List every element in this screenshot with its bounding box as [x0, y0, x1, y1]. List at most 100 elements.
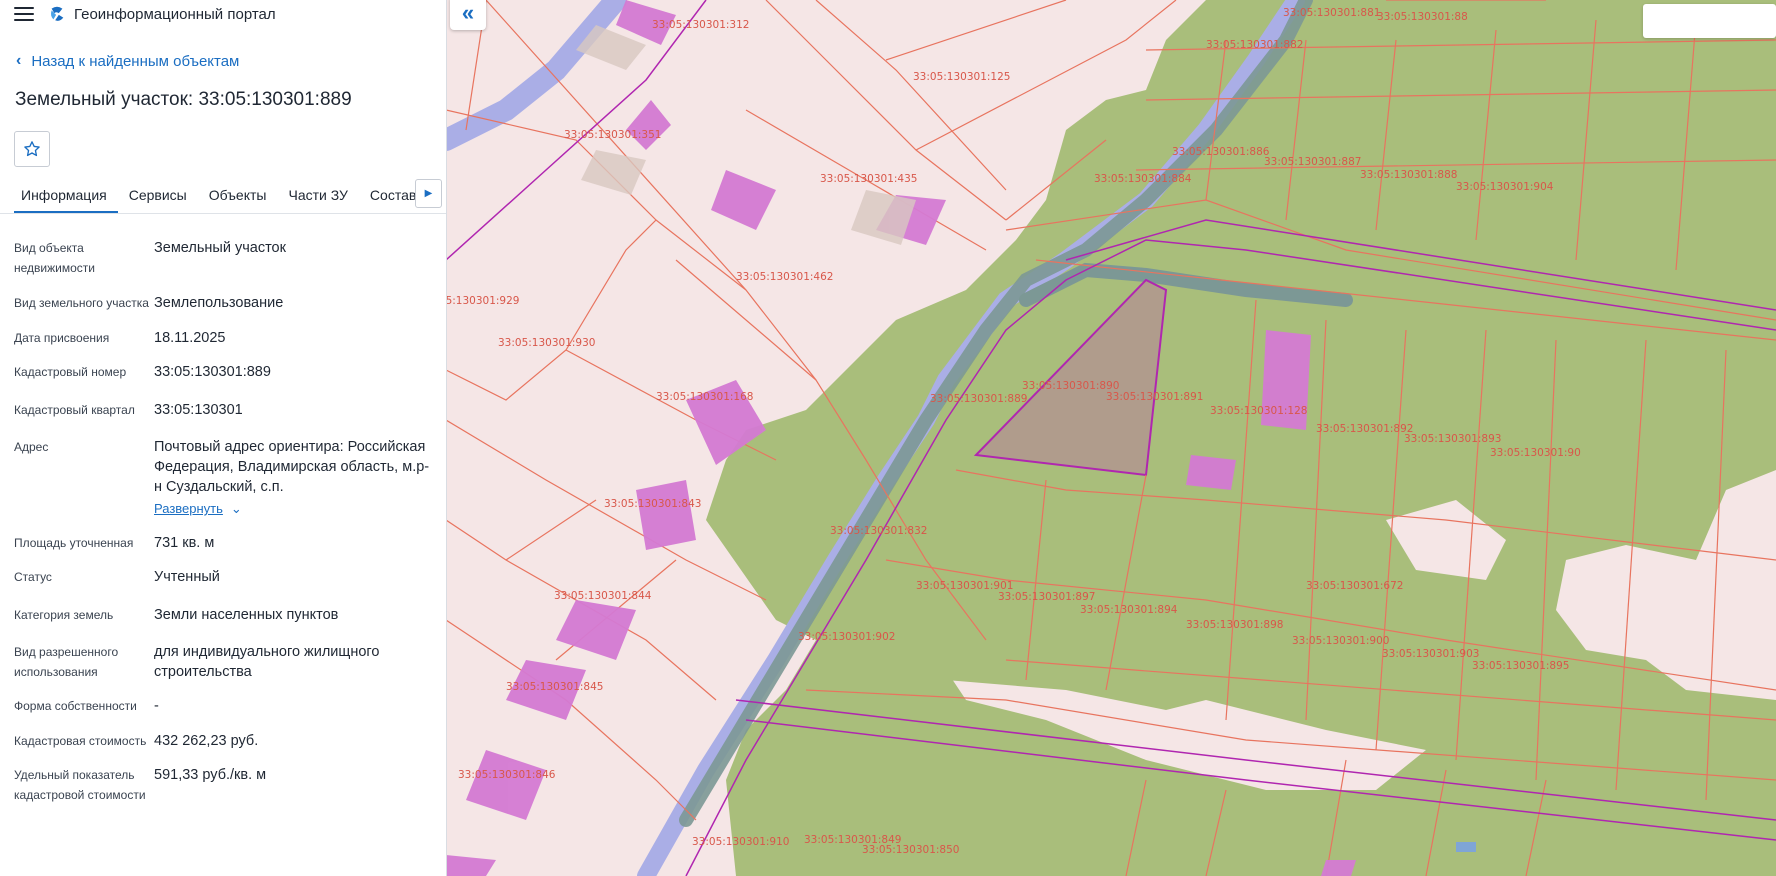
- parcel-label: 33:05:130301:895: [1472, 660, 1569, 672]
- cadastral-map[interactable]: 33:05:130301:312 33:05:130301:125 33:05:13…: [446, 0, 1776, 876]
- parcel-label: 33:05:130301:890: [1022, 380, 1119, 392]
- parcel-label: 33:05:130301:462: [736, 271, 833, 283]
- logo[interactable]: Геоинформационный портал: [48, 5, 276, 23]
- row-value: для индивидуального жилищного строительс…: [154, 644, 380, 680]
- info-row: Кадастровый номер 33:05:130301:889: [14, 362, 432, 382]
- info-panel: Геоинформационный портал ‹ Назад к найде…: [0, 0, 447, 876]
- row-value: Землепользование: [154, 295, 284, 311]
- row-label: Вид разрешенного использования: [14, 645, 119, 679]
- row-label: Кадастровый квартал: [14, 403, 135, 417]
- parcel-label: 33:05:130301:887: [1264, 156, 1361, 168]
- star-icon: [24, 141, 40, 157]
- parcel-label: 33:05:130301:90: [1490, 447, 1581, 459]
- info-row: Вид земельного участка Землепользование: [14, 293, 432, 313]
- parcel-label: 33:05:130301:832: [830, 525, 927, 537]
- parcel-label: 33:05:130301:846: [458, 769, 556, 781]
- row-label: Площадь уточненная: [14, 536, 134, 550]
- parcel-label: 33:05:130301:886: [1172, 146, 1270, 158]
- row-label: Кадастровая стоимость: [14, 734, 147, 748]
- info-row: Дата присвоения 18.11.2025: [14, 328, 432, 348]
- parcel-label: 33:05:130301:351: [564, 129, 661, 141]
- menu-icon[interactable]: [14, 7, 34, 21]
- tabs-next-button[interactable]: ▶: [415, 179, 442, 208]
- parcel-label: 33:05:130301:888: [1360, 169, 1457, 181]
- row-label: Категория земель: [14, 608, 114, 622]
- expand-label: Развернуть: [154, 501, 223, 516]
- collapse-panel-button[interactable]: «: [450, 0, 486, 30]
- row-value: 33:05:130301: [154, 402, 243, 418]
- chevron-right-icon: ▶: [424, 188, 433, 199]
- row-label: Кадастровый номер: [14, 365, 127, 379]
- parcel-label: 33:05:130301:128: [1210, 405, 1307, 417]
- parcel-label: 33:05:130301:892: [1316, 423, 1413, 435]
- tab-information[interactable]: Информация: [14, 183, 118, 213]
- row-label: Дата присвоения: [14, 331, 110, 345]
- tab-bar: Информация Сервисы Объекты Части ЗУ Сост…: [0, 179, 446, 214]
- row-value: Земли населенных пунктов: [154, 607, 339, 623]
- parcel-label: 33:05:130301:897: [998, 591, 1095, 603]
- parcel-label: 33:05:130301:168: [656, 391, 753, 403]
- row-value: 18.11.2025: [154, 330, 226, 346]
- double-chevron-left-icon: «: [461, 0, 475, 25]
- tab-services[interactable]: Сервисы: [118, 183, 198, 211]
- row-label: Форма собственности: [14, 699, 137, 713]
- parcel-label: 33:05:130301:930: [498, 337, 595, 349]
- tab-objects[interactable]: Объекты: [198, 183, 278, 211]
- address-block: Почтовый адрес ориентира: Российская Фед…: [154, 437, 432, 519]
- parcel-label: 33:05:130301:910: [692, 836, 789, 848]
- parcel-label: 33:05:130301:900: [1292, 635, 1389, 647]
- map-search-box[interactable]: [1643, 4, 1776, 38]
- parcel-label: 33:05:130301:898: [1186, 619, 1283, 631]
- info-row: Адрес Почтовый адрес ориентира: Российск…: [14, 437, 432, 519]
- info-row: Вид разрешенного использования для индив…: [14, 642, 432, 682]
- chevron-down-icon: ⌄: [230, 501, 242, 516]
- row-label: Статус: [14, 570, 52, 584]
- back-link[interactable]: ‹ Назад к найденным объектам: [0, 52, 446, 70]
- favorite-button[interactable]: [14, 131, 50, 167]
- row-label: Вид земельного участка: [14, 296, 149, 310]
- parcel-label: 33:05:130301:88: [1377, 11, 1468, 23]
- info-row: Вид объекта недвижимости Земельный участ…: [14, 238, 432, 278]
- tab-parts[interactable]: Части ЗУ: [277, 183, 358, 211]
- expand-link[interactable]: Развернуть ⌄: [154, 499, 242, 519]
- info-rows: Вид объекта недвижимости Земельный участ…: [0, 238, 446, 805]
- parcel-label: 33:05:130301:850: [862, 844, 959, 856]
- row-label: Вид объекта недвижимости: [14, 241, 95, 275]
- parcel-label: 33:05:130301:903: [1382, 648, 1479, 660]
- parcel-label: 33:05:130301:902: [798, 631, 895, 643]
- parcel-label: 33:05:130301:889: [930, 393, 1027, 405]
- back-link-label: Назад к найденным объектам: [31, 52, 240, 70]
- object-title: Земельный участок: 33:05:130301:889: [15, 89, 352, 110]
- highlight-box: [1456, 842, 1476, 852]
- parcel-label: 33:05:130301:672: [1306, 580, 1403, 592]
- row-value: 591,33 руб./кв. м: [154, 767, 267, 783]
- parcel-label: 33:05:130301:312: [652, 19, 749, 31]
- row-value: 731 кв. м: [154, 535, 215, 551]
- row-label: Удельный показатель кадастровой стоимост…: [14, 768, 146, 802]
- parcel-label: 33:05:130301:881: [1283, 7, 1380, 19]
- row-value: 33:05:130301:889: [154, 364, 271, 380]
- parcel-label: 33:05:130301:891: [1106, 391, 1203, 403]
- row-value: Земельный участок: [154, 240, 286, 256]
- parcel-label: 33:05:130301:893: [1404, 433, 1501, 445]
- parcel-label: 33:05:130301:845: [506, 681, 603, 693]
- parcel-label: 33:05:130301:435: [820, 173, 917, 185]
- row-value: 432 262,23 руб.: [154, 733, 259, 749]
- row-value: Учтенный: [154, 569, 220, 585]
- portal-logo-icon: [51, 6, 64, 21]
- app-title: Геоинформационный портал: [74, 5, 276, 23]
- info-row: Статус Учтенный: [14, 567, 432, 587]
- parcel-label: 33:05:130301:929: [446, 295, 519, 307]
- parcel-label: 33:05:130301:843: [604, 498, 701, 510]
- info-row: Удельный показатель кадастровой стоимост…: [14, 765, 432, 805]
- parcel-label: 33:05:130301:882: [1206, 39, 1303, 51]
- info-row: Площадь уточненная 731 кв. м: [14, 533, 432, 553]
- parcel-label: 33:05:130301:884: [1094, 173, 1192, 185]
- info-row: Форма собственности -: [14, 696, 432, 716]
- info-row: Кадастровый квартал 33:05:130301: [14, 400, 432, 420]
- parcel-label: 33:05:130301:125: [913, 71, 1010, 83]
- parcel-label: 33:05:130301:904: [1456, 181, 1554, 193]
- info-row: Категория земель Земли населенных пункто…: [14, 605, 432, 625]
- parcel-label: 33:05:130301:844: [554, 590, 652, 602]
- info-row: Кадастровая стоимость 432 262,23 руб.: [14, 731, 432, 751]
